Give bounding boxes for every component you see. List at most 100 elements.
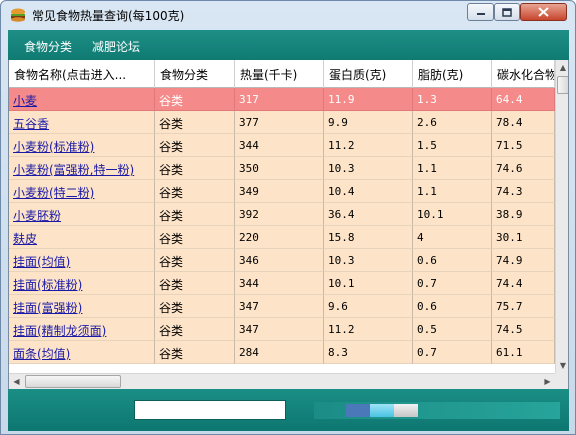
table-cell: 15.8 xyxy=(324,226,413,249)
table-cell: 346 xyxy=(235,249,324,272)
table-cell: 344 xyxy=(235,134,324,157)
food-name-link[interactable]: 小麦粉(标准粉) xyxy=(9,134,155,157)
table-cell: 392 xyxy=(235,203,324,226)
progress-bar xyxy=(314,402,560,419)
food-name-link[interactable]: 麸皮 xyxy=(9,226,155,249)
menu-diet-forum[interactable]: 减肥论坛 xyxy=(92,38,140,55)
column-header[interactable]: 脂肪(克) xyxy=(413,60,492,88)
table-cell: 317 xyxy=(235,88,324,111)
table-cell: 9.6 xyxy=(324,295,413,318)
progress-segment xyxy=(370,404,394,417)
window-title: 常见食物热量查询(每100克) xyxy=(32,9,185,23)
table-cell: 11.2 xyxy=(324,318,413,341)
table-cell: 谷类 xyxy=(155,226,235,249)
table-cell: 36.4 xyxy=(324,203,413,226)
table-cell: 11.9 xyxy=(324,88,413,111)
food-name-link[interactable]: 五谷香 xyxy=(9,111,155,134)
vertical-scrollbar[interactable]: ▲ ▼ xyxy=(555,60,568,373)
table-row[interactable]: 小麦胚粉 谷类 392 36.4 10.1 38.9 xyxy=(9,203,555,226)
table-cell: 349 xyxy=(235,180,324,203)
table-header: 食物名称(点击进入... 食物分类 热量(千卡) 蛋白质(克) 脂肪(克) 碳水化合物 xyxy=(9,60,555,88)
table-cell: 0.6 xyxy=(413,249,492,272)
food-name-link[interactable]: 小麦粉(富强粉,特一粉) xyxy=(9,157,155,180)
table-row[interactable]: 挂面(精制龙须面) 谷类 347 11.2 0.5 74.5 xyxy=(9,318,555,341)
horizontal-scrollbar[interactable]: ◀ ▶ xyxy=(9,373,555,389)
food-name-link[interactable]: 小麦粉(特二粉) xyxy=(9,180,155,203)
scroll-down-icon[interactable]: ▼ xyxy=(556,358,568,373)
table-cell: 谷类 xyxy=(155,88,235,111)
title-bar[interactable]: 常见食物热量查询(每100克) xyxy=(1,1,575,29)
table-cell: 10.3 xyxy=(324,157,413,180)
table-cell: 71.5 xyxy=(492,134,555,157)
column-header[interactable]: 蛋白质(克) xyxy=(324,60,413,88)
table-row[interactable]: 小麦粉(标准粉) 谷类 344 11.2 1.5 71.5 xyxy=(9,134,555,157)
column-header[interactable]: 食物名称(点击进入... xyxy=(9,60,155,88)
table-cell: 1.1 xyxy=(413,180,492,203)
table-row[interactable]: 小麦 谷类 317 11.9 1.3 64.4 xyxy=(9,88,555,111)
table-cell: 0.5 xyxy=(413,318,492,341)
table-row[interactable]: 小麦粉(富强粉,特一粉) 谷类 350 10.3 1.1 74.6 xyxy=(9,157,555,180)
progress-segment xyxy=(346,404,370,417)
table-row[interactable]: 小麦粉(特二粉) 谷类 349 10.4 1.1 74.3 xyxy=(9,180,555,203)
table-cell: 10.1 xyxy=(324,272,413,295)
food-app-icon xyxy=(11,8,25,22)
column-header[interactable]: 热量(千卡) xyxy=(235,60,324,88)
table-cell: 谷类 xyxy=(155,134,235,157)
maximize-icon xyxy=(502,7,512,17)
scroll-left-icon[interactable]: ◀ xyxy=(9,374,24,389)
table-cell: 74.6 xyxy=(492,157,555,180)
table-cell: 74.5 xyxy=(492,318,555,341)
minimize-button[interactable] xyxy=(467,3,494,21)
close-icon xyxy=(538,7,549,17)
close-button[interactable] xyxy=(520,3,567,21)
food-name-link[interactable]: 挂面(均值) xyxy=(9,249,155,272)
table-cell: 11.2 xyxy=(324,134,413,157)
table-cell: 347 xyxy=(235,318,324,341)
table-row[interactable]: 麸皮 谷类 220 15.8 4 30.1 xyxy=(9,226,555,249)
table-cell: 350 xyxy=(235,157,324,180)
scroll-right-icon[interactable]: ▶ xyxy=(540,374,555,389)
table-cell: 8.3 xyxy=(324,341,413,364)
table-cell: 谷类 xyxy=(155,157,235,180)
horizontal-scroll-thumb[interactable] xyxy=(25,375,121,388)
table-cell: 谷类 xyxy=(155,341,235,364)
table-cell: 10.4 xyxy=(324,180,413,203)
table-cell: 谷类 xyxy=(155,249,235,272)
scroll-up-icon[interactable]: ▲ xyxy=(556,60,568,75)
table-cell: 2.6 xyxy=(413,111,492,134)
table-row[interactable]: 挂面(富强粉) 谷类 347 9.6 0.6 75.7 xyxy=(9,295,555,318)
maximize-button[interactable] xyxy=(494,3,520,21)
table-cell: 78.4 xyxy=(492,111,555,134)
table-cell: 10.3 xyxy=(324,249,413,272)
scroll-corner xyxy=(555,373,568,389)
app-window: 常见食物热量查询(每100克) 食物分类 减肥论坛 食物名称(点击进入... 食物… xyxy=(0,0,576,435)
table-cell: 谷类 xyxy=(155,180,235,203)
column-header[interactable]: 食物分类 xyxy=(155,60,235,88)
table-cell: 1.1 xyxy=(413,157,492,180)
minimize-icon xyxy=(476,13,485,15)
table-row[interactable]: 面条(均值) 谷类 284 8.3 0.7 61.1 xyxy=(9,341,555,364)
vertical-scroll-thumb[interactable] xyxy=(557,76,568,94)
table-cell: 1.5 xyxy=(413,134,492,157)
food-name-link[interactable]: 挂面(标准粉) xyxy=(9,272,155,295)
table-row[interactable]: 挂面(均值) 谷类 346 10.3 0.6 74.9 xyxy=(9,249,555,272)
table-cell: 10.1 xyxy=(413,203,492,226)
food-name-link[interactable]: 挂面(富强粉) xyxy=(9,295,155,318)
food-name-link[interactable]: 小麦胚粉 xyxy=(9,203,155,226)
menu-bar: 食物分类 减肥论坛 xyxy=(8,30,569,60)
column-header[interactable]: 碳水化合物 xyxy=(492,60,555,88)
table-cell: 9.9 xyxy=(324,111,413,134)
menu-food-categories[interactable]: 食物分类 xyxy=(24,38,72,55)
food-table: 食物名称(点击进入... 食物分类 热量(千卡) 蛋白质(克) 脂肪(克) 碳水化合物 小… xyxy=(8,60,569,389)
table-row[interactable]: 五谷香 谷类 377 9.9 2.6 78.4 xyxy=(9,111,555,134)
food-name-link[interactable]: 挂面(精制龙须面) xyxy=(9,318,155,341)
table-cell: 30.1 xyxy=(492,226,555,249)
table-cell: 74.4 xyxy=(492,272,555,295)
food-name-link[interactable]: 小麦 xyxy=(9,88,155,111)
table-cell: 74.9 xyxy=(492,249,555,272)
status-text-field xyxy=(134,400,286,420)
table-cell: 4 xyxy=(413,226,492,249)
table-row[interactable]: 挂面(标准粉) 谷类 344 10.1 0.7 74.4 xyxy=(9,272,555,295)
food-name-link[interactable]: 面条(均值) xyxy=(9,341,155,364)
table-cell: 377 xyxy=(235,111,324,134)
